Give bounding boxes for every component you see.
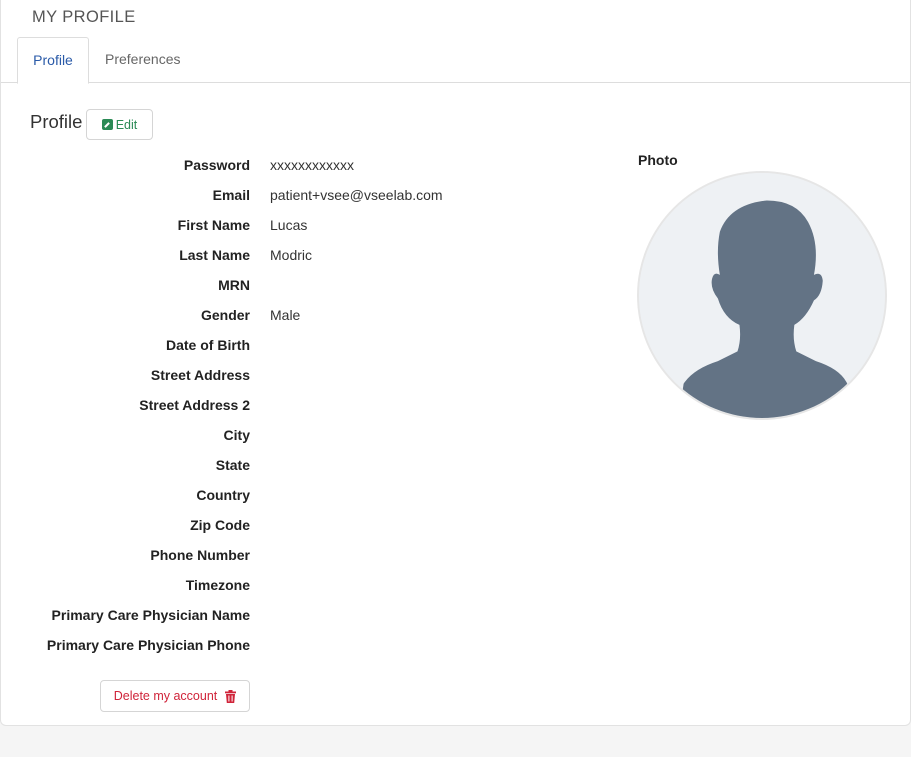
field-label: State — [215, 457, 250, 473]
field-value: Lucas — [270, 217, 308, 233]
default-avatar-icon — [639, 173, 885, 418]
field-label: First Name — [177, 217, 250, 233]
field-row: Timezone — [1, 570, 621, 600]
field-label: Timezone — [185, 577, 250, 593]
field-label: Email — [212, 187, 250, 203]
field-row: Street Address — [1, 360, 621, 390]
field-row: Gender Male — [1, 300, 621, 330]
page-title: MY PROFILE — [32, 8, 136, 26]
delete-account-label: Delete my account — [113, 689, 218, 703]
field-row: Phone Number — [1, 540, 621, 570]
edit-button-label: Edit — [115, 117, 138, 132]
profile-card: MY PROFILE Profile Preferences Profile E… — [0, 0, 911, 726]
field-row: First Name Lucas — [1, 210, 621, 240]
tab-preferences[interactable]: Preferences — [90, 37, 195, 83]
field-label: MRN — [218, 277, 250, 293]
field-label: Primary Care Physician Phone — [46, 637, 250, 653]
field-row: Street Address 2 — [1, 390, 621, 420]
field-row: Zip Code — [1, 510, 621, 540]
field-label: Zip Code — [190, 517, 250, 533]
field-label: Phone Number — [150, 547, 250, 563]
field-row: City — [1, 420, 621, 450]
field-label: Last Name — [179, 247, 250, 263]
field-label: Password — [183, 157, 250, 173]
tab-bar: Profile Preferences — [1, 37, 911, 84]
field-row: State — [1, 450, 621, 480]
field-row: MRN — [1, 270, 621, 300]
field-row: Primary Care Physician Phone — [1, 630, 621, 660]
field-value: Modric — [270, 247, 313, 263]
field-label: Street Address 2 — [139, 397, 250, 413]
pencil-square-icon — [101, 119, 113, 130]
field-row: Password xxxxxxxxxxxx — [1, 150, 621, 180]
trash-icon — [225, 689, 237, 703]
section-title: Profile — [30, 111, 83, 132]
field-row: Country — [1, 480, 621, 510]
field-label: Country — [196, 487, 250, 503]
field-label: Date of Birth — [166, 337, 250, 353]
field-row: Email patient+vsee@vseelab.com — [1, 180, 621, 210]
avatar[interactable] — [637, 171, 887, 420]
field-value: xxxxxxxxxxxx — [270, 157, 354, 173]
field-value: Male — [270, 307, 301, 323]
field-label: City — [223, 427, 250, 443]
field-row: Last Name Modric — [1, 240, 621, 270]
field-label: Gender — [200, 307, 250, 323]
delete-account-button[interactable]: Delete my account — [100, 680, 250, 712]
field-value: patient+vsee@vseelab.com — [270, 187, 443, 203]
field-row: Primary Care Physician Name — [1, 600, 621, 630]
field-row: Date of Birth — [1, 330, 621, 360]
edit-button[interactable]: Edit — [86, 109, 153, 140]
tab-profile[interactable]: Profile — [17, 37, 89, 84]
photo-label: Photo — [638, 152, 678, 168]
field-label: Primary Care Physician Name — [51, 607, 250, 623]
field-label: Street Address — [150, 367, 250, 383]
